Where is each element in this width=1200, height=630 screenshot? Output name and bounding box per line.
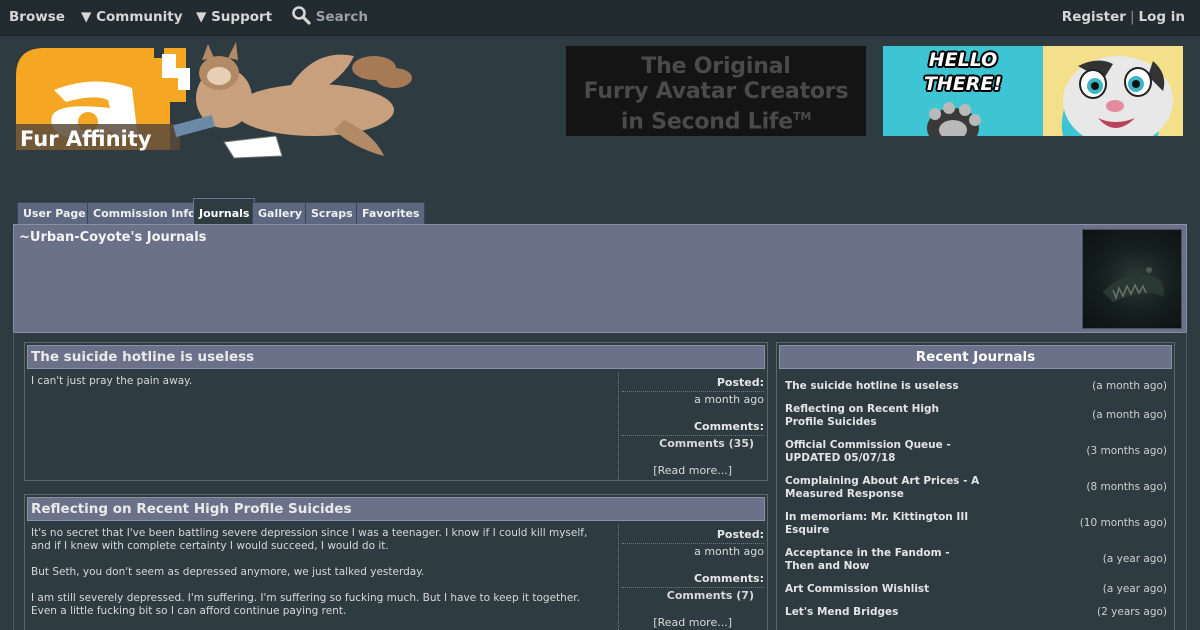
comments-link[interactable]: Comments (7) [667,589,754,602]
top-nav: Browse ▼ Community ▼ Support Search Regi… [0,0,1200,36]
divider [622,391,764,392]
journal-title[interactable]: Reflecting on Recent High Profile Suicid… [27,497,765,521]
banner-line: The Original [641,54,791,79]
comments-link[interactable]: Comments (35) [659,437,754,450]
nav-account: Register | Log in [1062,0,1185,36]
recent-journal-link[interactable]: Art Commission Wishlist [785,583,985,596]
fur-affinity-logo-icon: Fur Affinity [16,42,412,159]
tab-scraps[interactable]: Scraps [305,202,359,224]
divider [622,435,764,436]
recent-journal-time: (a month ago) [1092,409,1167,421]
recent-journal-link[interactable]: The suicide hotline is useless [785,380,985,393]
recent-journal-link[interactable]: Complaining About Art Prices - A Measure… [785,475,985,501]
recent-journal-link[interactable]: Official Commission Queue - UPDATED 05/0… [785,439,955,465]
journal-body: I can't just pray the pain away. [31,375,193,387]
avatar-image-icon [1103,267,1164,302]
recent-journal-time: (3 months ago) [1086,445,1167,457]
recent-journal-link[interactable]: Reflecting on Recent High Profile Suicid… [785,403,955,429]
recent-journal-time: (8 months ago) [1086,481,1167,493]
nav-support[interactable]: ▼ Support [196,0,272,36]
recent-journals-title: Recent Journals [779,345,1172,369]
site-logo[interactable]: Fur Affinity [14,38,426,160]
ad-banner-avatars[interactable]: The Original Furry Avatar Creators in Se… [566,46,866,136]
recent-journal-time: (a year ago) [1102,553,1167,565]
read-more-link[interactable]: [Read more...] [653,464,732,477]
nav-search[interactable]: Search [291,0,368,36]
posted-label: Posted: [716,376,764,389]
read-more-link[interactable]: [Read more...] [653,616,732,629]
recent-journal-time: (a month ago) [1092,380,1167,392]
journal-card: Reflecting on Recent High Profile Suicid… [24,494,768,630]
banner-line: Furry Avatar Creators [583,79,849,104]
register-link[interactable]: Register [1062,9,1126,25]
comments-label: Comments: [693,572,764,585]
journal-body: It's no secret that I've been battling s… [31,527,588,617]
search-icon [292,6,311,25]
recent-journals-panel: Recent Journals The suicide hotline is u… [776,342,1175,630]
nav-browse[interactable]: Browse [9,0,65,36]
tab-user-page[interactable]: User Page [17,202,92,224]
banner-line: in Second LifeTM [620,109,812,135]
divider [622,587,764,588]
divider [622,543,764,544]
avatar[interactable] [1082,229,1182,329]
nav-community[interactable]: ▼ Community [81,0,183,36]
login-link[interactable]: Log in [1139,9,1185,25]
journals-header: ~Urban-Coyote's Journals [13,224,1187,333]
tab-gallery[interactable]: Gallery [252,202,309,224]
logo-text: Fur Affinity [20,127,152,151]
posted-label: Posted: [716,528,764,541]
comments-label: Comments: [693,420,764,433]
recent-journal-time: (a year ago) [1102,583,1167,595]
recent-journal-link[interactable]: In memoriam: Mr. Kittington III Esquire [785,511,975,537]
page-title: ~Urban-Coyote's Journals [19,230,207,245]
character-face-icon [927,46,1183,136]
journal-title[interactable]: The suicide hotline is useless [27,345,765,369]
ad-banner-hello[interactable]: HELLO THERE! [883,46,1183,136]
recent-journal-time: (2 years ago) [1097,606,1167,618]
journal-meta: Posted: a month ago Comments: Comments (… [618,373,768,480]
posted-date: a month ago [694,545,764,558]
tab-favorites[interactable]: Favorites [356,202,426,224]
recent-journal-time: (10 months ago) [1079,517,1167,529]
journal-card: The suicide hotline is useless I can't j… [24,342,768,481]
search-label: Search [315,9,368,25]
recent-journal-link[interactable]: Acceptance in the Fandom - Then and Now [785,547,955,573]
trademark: TM [793,110,812,123]
tab-commission-info[interactable]: Commission Info [87,202,202,224]
journal-meta: Posted: a month ago Comments: Comments (… [618,525,768,630]
posted-date: a month ago [694,393,764,406]
recent-journal-link[interactable]: Let's Mend Bridges [785,606,985,619]
tab-journals[interactable]: Journals [193,198,256,225]
nav-separator: | [1129,9,1135,25]
